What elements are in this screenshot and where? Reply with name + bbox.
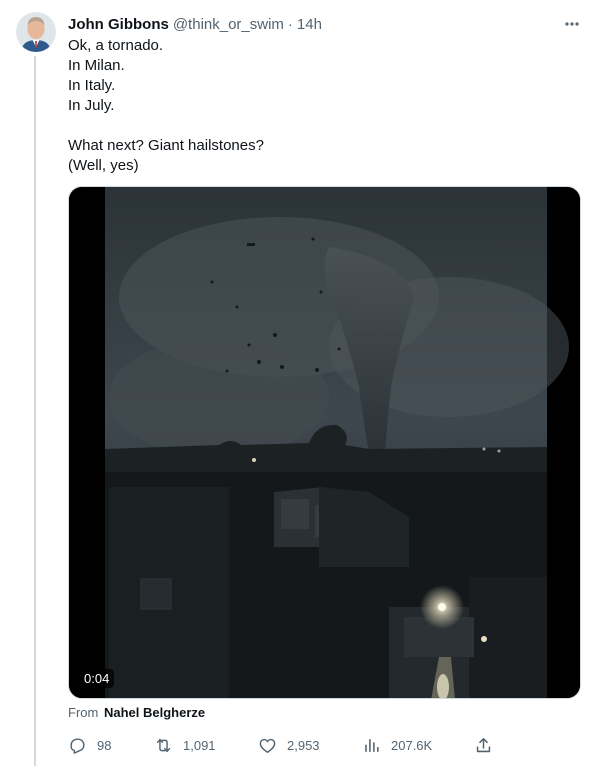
reply-button[interactable]: 98 xyxy=(68,734,111,756)
views-button[interactable]: 207.6K xyxy=(362,734,432,756)
retweet-icon xyxy=(156,738,171,752)
reply-icon xyxy=(70,737,85,754)
view-count: 207.6K xyxy=(391,737,433,753)
action-bar: 98 1,091 2,953 207.6K xyxy=(68,734,498,756)
more-dots-icon xyxy=(565,22,579,26)
heart-icon xyxy=(259,738,276,753)
tweet-text-line: In Italy. xyxy=(68,77,116,94)
tweet: John Gibbons @think_or_swim · 14h Ok, a … xyxy=(0,0,598,766)
like-button[interactable]: 2,953 xyxy=(258,734,320,756)
tweet-text-line xyxy=(68,116,568,136)
tweet-text-line: (Well, yes) xyxy=(68,157,139,174)
like-count: 2,953 xyxy=(287,737,320,753)
retweet-button[interactable]: 1,091 xyxy=(154,734,216,756)
author-handle[interactable]: @think_or_swim xyxy=(173,16,284,33)
media-attribution: From Nahel Belgherze xyxy=(68,705,205,720)
share-button[interactable] xyxy=(474,734,503,756)
author-name[interactable]: John Gibbons xyxy=(68,16,169,33)
video-duration: 0:04 xyxy=(79,669,115,688)
thread-line xyxy=(34,56,36,766)
video-player[interactable]: 0:04 xyxy=(68,186,581,699)
tweet-time[interactable]: 14h xyxy=(297,16,322,33)
avatar[interactable] xyxy=(16,12,56,52)
tweet-header: John Gibbons @think_or_swim · 14h xyxy=(68,14,322,34)
retweet-count: 1,091 xyxy=(183,737,216,753)
avatar-image xyxy=(16,12,56,52)
reply-count: 98 xyxy=(97,737,112,753)
share-icon xyxy=(476,737,491,752)
views-icon xyxy=(365,738,379,752)
video-frame xyxy=(69,187,580,698)
attribution-source-link[interactable]: Nahel Belgherze xyxy=(104,705,205,720)
tweet-text-line: In Milan. xyxy=(68,57,125,74)
attribution-prefix: From xyxy=(68,705,99,720)
tweet-text: Ok, a tornado. In Milan. In Italy. In Ju… xyxy=(68,36,568,176)
tweet-text-line: What next? Giant hailstones? xyxy=(68,137,264,154)
tweet-text-line: Ok, a tornado. xyxy=(68,37,164,54)
more-button[interactable] xyxy=(560,12,584,36)
meta-separator: · xyxy=(287,15,293,33)
tweet-text-line: In July. xyxy=(68,97,115,114)
